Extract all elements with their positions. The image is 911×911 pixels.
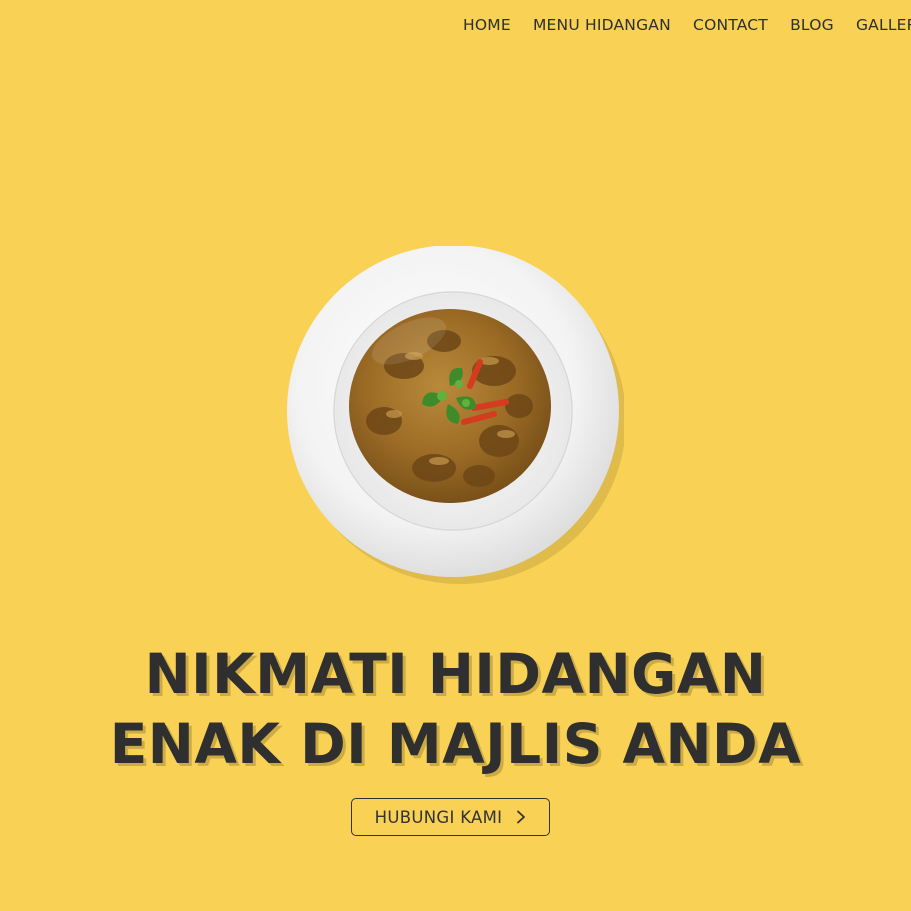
nav-contact[interactable]: CONTACT xyxy=(693,16,768,34)
nav-menu-hidangan[interactable]: MENU HIDANGAN xyxy=(533,16,671,34)
main-nav: HOME MENU HIDANGAN CONTACT BLOG GALLERY xyxy=(463,16,911,34)
curry-plate-illustration xyxy=(287,246,624,584)
cta-label: HUBUNGI KAMI xyxy=(374,807,503,827)
nav-home[interactable]: HOME xyxy=(463,16,511,34)
headline-line-2: ENAK DI MAJLIS ANDA xyxy=(109,711,802,776)
nav-blog[interactable]: BLOG xyxy=(790,16,834,34)
hubungi-kami-button[interactable]: HUBUNGI KAMI xyxy=(351,798,550,836)
headline-line-1: NIKMATI HIDANGAN xyxy=(144,641,767,706)
hero-food-image xyxy=(284,246,624,586)
nav-gallery[interactable]: GALLERY xyxy=(856,16,911,34)
chevron-right-icon xyxy=(517,810,526,824)
hero-headline: NIKMATI HIDANGAN ENAK DI MAJLIS ANDA xyxy=(0,639,911,779)
